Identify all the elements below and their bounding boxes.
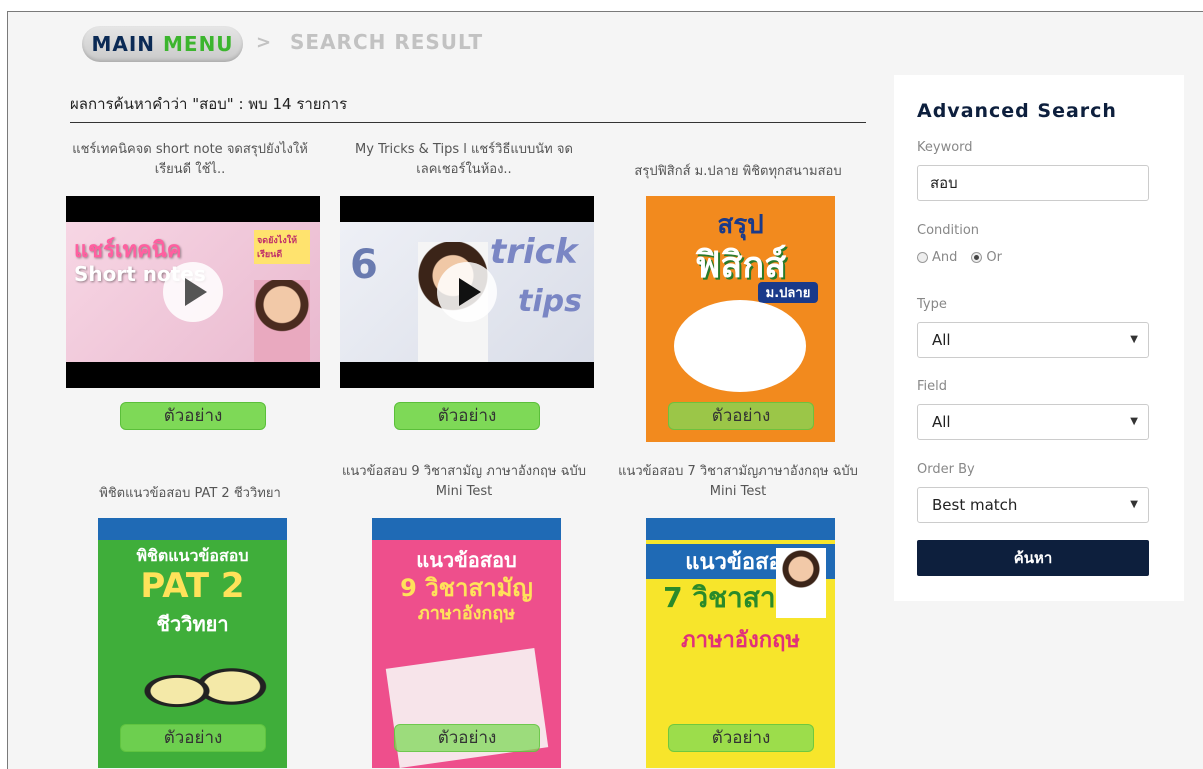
- cover-line2-4: PAT 2: [140, 566, 245, 606]
- breadcrumb-main-text: MAIN: [91, 32, 155, 56]
- breadcrumb-menu-text: MENU: [163, 32, 234, 56]
- result-card-1: แชร์เทคนิคจด short note จดสรุปยังไงให้เร…: [60, 140, 320, 430]
- advanced-search-panel: Advanced Search Keyword Condition And Or…: [894, 75, 1184, 601]
- type-label: Type: [917, 297, 947, 312]
- sample-button-4[interactable]: ตัวอย่าง: [120, 724, 266, 752]
- video-tag-1: จดยังไงให้เรียนดี: [254, 230, 310, 264]
- cover-header-band-4: [98, 518, 287, 540]
- order-by-select-value: Best match: [932, 496, 1018, 514]
- breadcrumb-separator: >: [256, 32, 272, 53]
- field-select-value: All: [932, 413, 951, 431]
- result-title-3[interactable]: สรุปฟิสิกส์ ม.ปลาย พิชิตทุกสนามสอบ: [608, 162, 868, 182]
- chevron-down-icon: ▼: [1130, 499, 1138, 510]
- field-label: Field: [917, 379, 948, 394]
- chevron-down-icon: ▼: [1130, 334, 1138, 345]
- result-card-3: สรุปฟิสิกส์ ม.ปลาย พิชิตทุกสนามสอบ สรุป …: [608, 140, 868, 442]
- advanced-search-title: Advanced Search: [917, 100, 1117, 122]
- chevron-down-icon: ▼: [1130, 416, 1138, 427]
- cover-header-band-5: [372, 518, 561, 540]
- sample-button-3[interactable]: ตัวอย่าง: [668, 402, 814, 430]
- type-select[interactable]: All ▼: [917, 322, 1149, 358]
- field-select[interactable]: All ▼: [917, 404, 1149, 440]
- result-title-2[interactable]: My Tricks & Tips l แชร์วิธีแบบนัท จดเลคเ…: [334, 140, 594, 180]
- sample-button-5[interactable]: ตัวอย่าง: [394, 724, 540, 752]
- search-submit-button[interactable]: ค้นหา: [917, 540, 1149, 576]
- video-thumbnail-1[interactable]: แชร์เทคนิค Short notes จดยังไงให้เรียนดี: [66, 196, 320, 388]
- result-card-4: พิชิตแนวข้อสอบ PAT 2 ชีววิทยา พิชิตแนวข้…: [60, 462, 320, 769]
- play-icon[interactable]: [437, 262, 497, 322]
- order-by-select[interactable]: Best match ▼: [917, 487, 1149, 523]
- result-title-5[interactable]: แนวข้อสอบ 9 วิชาสามัญ ภาษาอังกฤษ ฉบับ Mi…: [334, 462, 594, 502]
- sample-button-6[interactable]: ตัวอย่าง: [668, 724, 814, 752]
- result-title-1[interactable]: แชร์เทคนิคจด short note จดสรุปยังไงให้เร…: [60, 140, 320, 180]
- order-by-label: Order By: [917, 462, 975, 477]
- student-illustration-6: [776, 548, 826, 618]
- page-frame: MAIN MENU > SEARCH RESULT ผลการค้นหาคำว่…: [7, 11, 1203, 769]
- result-title-6[interactable]: แนวข้อสอบ 7 วิชาสามัญภาษาอังกฤษ ฉบับ Min…: [608, 462, 868, 502]
- video-thumbnail-2[interactable]: 6 trick tips: [340, 196, 594, 388]
- sample-button-2[interactable]: ตัวอย่าง: [394, 402, 540, 430]
- cover-illustration-3: [674, 300, 806, 392]
- cover-tag-5: ภาษาอังกฤษ: [417, 603, 516, 624]
- person-figure-1: [254, 280, 310, 362]
- result-card-6: แนวข้อสอบ 7 วิชาสามัญภาษาอังกฤษ ฉบับ Min…: [608, 462, 868, 769]
- type-select-value: All: [932, 331, 951, 349]
- condition-or-label: Or: [986, 250, 1002, 265]
- main-menu-button[interactable]: MAIN MENU: [82, 26, 243, 62]
- keyword-input[interactable]: [917, 165, 1149, 201]
- cover-tag-4: ชีววิทยา: [156, 612, 229, 636]
- sample-button-1[interactable]: ตัวอย่าง: [120, 402, 266, 430]
- cover-header-band-6: [646, 518, 835, 540]
- condition-and-label: And: [932, 250, 958, 265]
- condition-options: And Or: [917, 250, 1002, 265]
- condition-label: Condition: [917, 223, 980, 238]
- results-heading: ผลการค้นหาคำว่า "สอบ" : พบ 14 รายการ: [70, 92, 866, 123]
- result-title-4[interactable]: พิชิตแนวข้อสอบ PAT 2 ชีววิทยา: [60, 484, 320, 504]
- keyword-label: Keyword: [917, 140, 973, 155]
- result-card-5: แนวข้อสอบ 9 วิชาสามัญ ภาษาอังกฤษ ฉบับ Mi…: [334, 462, 594, 769]
- result-card-2: My Tricks & Tips l แชร์วิธีแบบนัท จดเลคเ…: [334, 140, 594, 430]
- cover-tag-6: ภาษาอังกฤษ: [681, 628, 800, 653]
- video-subtitle-text-2: tips: [518, 284, 582, 319]
- condition-or-radio[interactable]: [971, 252, 983, 263]
- video-number-text-2: 6: [350, 242, 378, 288]
- video-title-text-2: trick: [490, 232, 578, 272]
- condition-and-radio[interactable]: [917, 252, 928, 263]
- breadcrumb-current: SEARCH RESULT: [290, 30, 484, 54]
- cover-tag-3: ม.ปลาย: [758, 282, 818, 303]
- play-icon[interactable]: [163, 262, 223, 322]
- butterfly-illustration-4: [138, 646, 268, 736]
